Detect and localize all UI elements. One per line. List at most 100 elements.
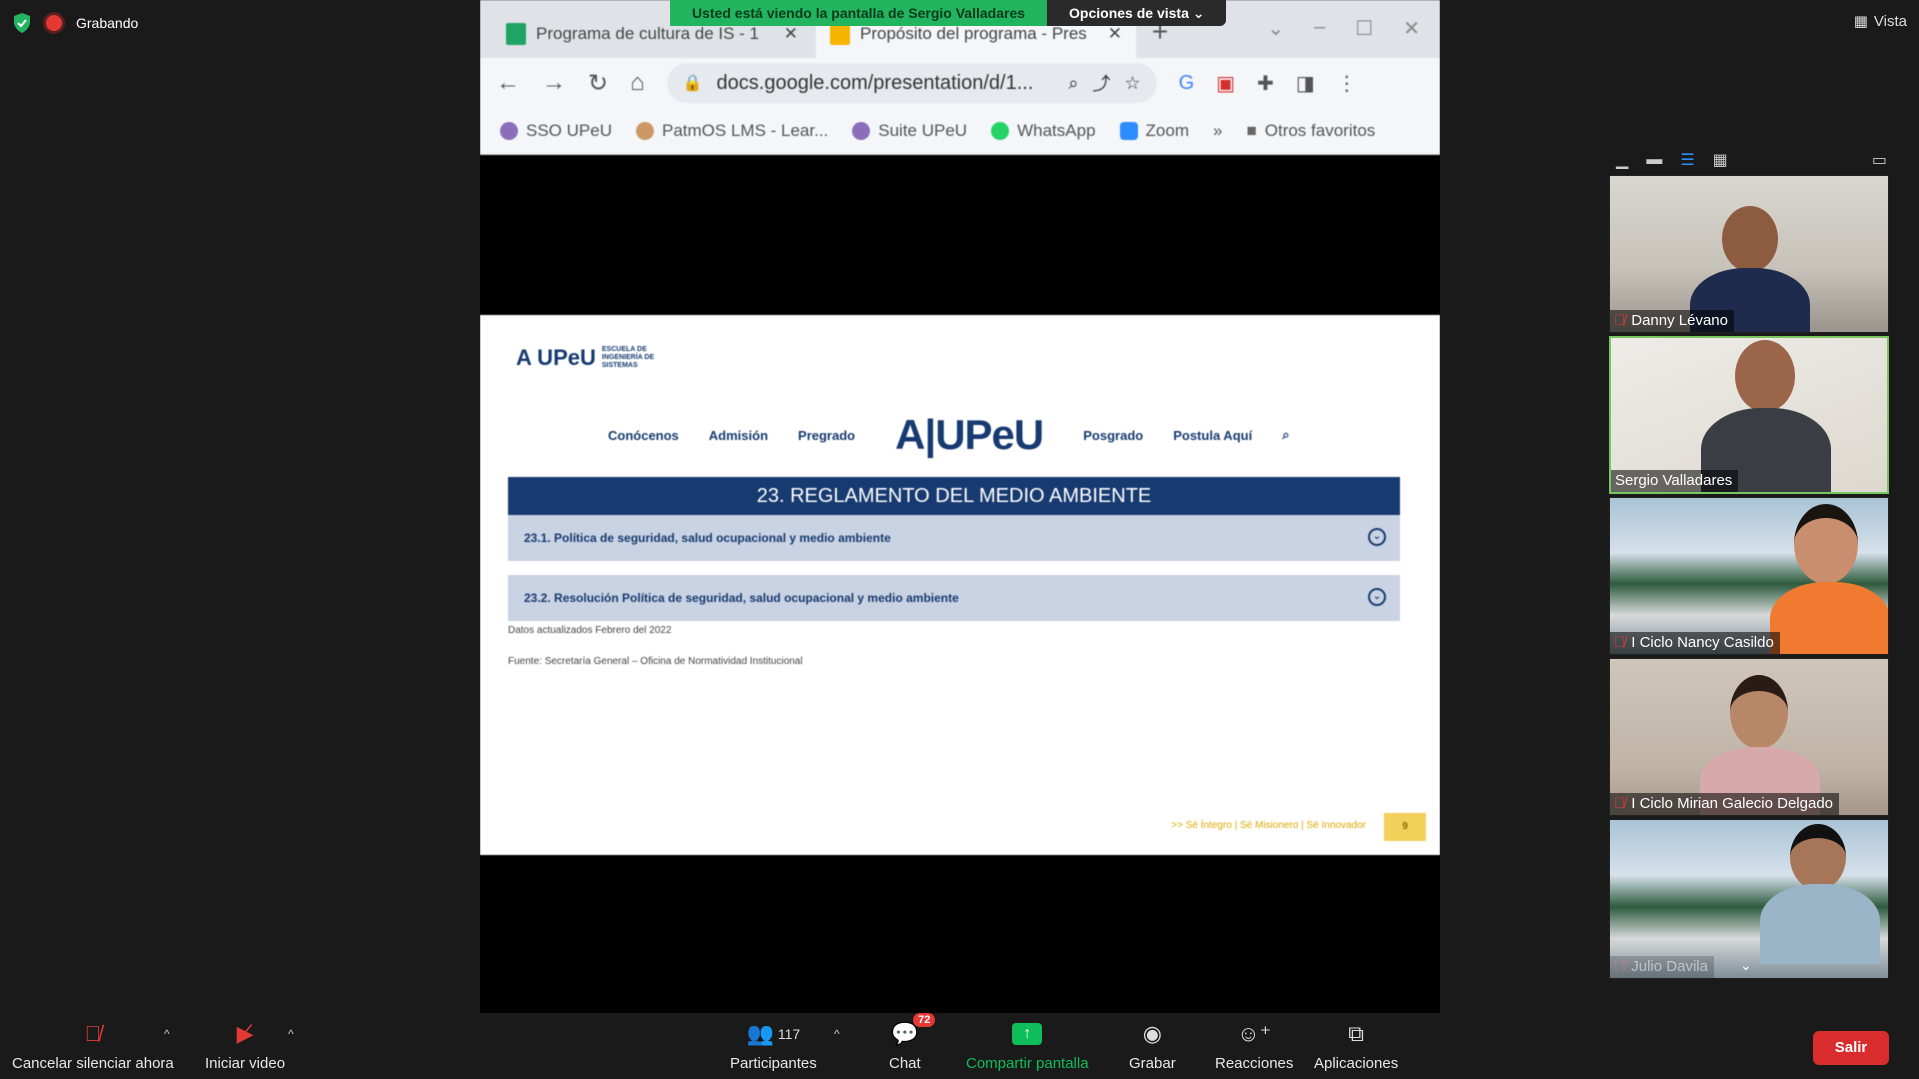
view-button[interactable]: ▦ Vista [1853,12,1907,31]
strip-view-icon[interactable]: ☰ [1680,150,1694,170]
leave-button[interactable]: Salir [1813,1031,1889,1065]
muted-mic-icon: 🎙̸ [1614,312,1626,329]
shield-icon[interactable] [12,12,32,34]
logo-text: A UPeU [516,345,596,370]
maximize-icon[interactable]: ☐ [1355,16,1373,41]
side-panel-icon[interactable]: ◨ [1296,71,1315,96]
video-tile[interactable]: 🎙̸ I Ciclo Mirian Galecio Delgado [1609,658,1889,816]
video-tile[interactable]: 🎙̸ Danny Lévano [1609,175,1889,333]
bookmark-item[interactable]: Zoom [1119,121,1189,141]
participants-options-caret-icon[interactable]: ^ [834,1027,840,1041]
apps-button[interactable]: ⧉ Aplicaciones [1314,1021,1398,1072]
tab-search-icon[interactable]: ⌄ [1267,16,1284,41]
start-video-button[interactable]: ▶̸ Iniciar video [205,1021,285,1072]
reactions-label: Reacciones [1215,1055,1294,1072]
video-tile-active-speaker[interactable]: Sergio Valladares [1609,336,1889,494]
forward-icon[interactable]: → [542,69,566,97]
slides-icon [830,23,850,45]
participant-name-text: Julio Davila [1631,958,1708,975]
accordion-label: 23.2. Resolución Política de seguridad, … [524,591,959,605]
participant-video [1770,498,1888,654]
video-tile[interactable]: 🎙̸ Julio Davila ⌄ [1609,819,1889,979]
share-screen-label: Compartir pantalla [966,1055,1089,1072]
more-bookmarks-icon[interactable]: » [1213,121,1222,141]
brand-text: UPeU [935,411,1044,458]
bookmarks-bar: SSO UPeU PatmOS LMS - Lear... Suite UPeU… [480,108,1440,155]
muted-mic-icon: 🎙̸ [1614,958,1626,975]
participant-name: Sergio Valladares [1611,470,1739,492]
slide-source: Fuente: Secretaría General – Oficina de … [508,656,803,667]
star-icon[interactable]: ☆ [1124,73,1140,94]
reload-icon[interactable]: ↻ [588,69,608,98]
bookmark-item[interactable]: WhatsApp [991,121,1096,141]
zoom-icon [1119,122,1138,140]
view-label: Vista [1873,12,1907,30]
participants-button[interactable]: 👥 117 Participantes [730,1021,817,1072]
minimize-video-icon[interactable]: ▁ [1616,150,1628,170]
recording-icon[interactable] [46,15,62,31]
hide-panel-icon[interactable]: ▭ [1872,150,1887,170]
menu-icon[interactable]: ⋮ [1337,71,1357,96]
nav-item: Pregrado [798,427,856,443]
close-icon[interactable]: ✕ [784,24,798,44]
nav-item: Conócenos [608,427,679,443]
other-favorites[interactable]: ■ Otros favoritos [1246,121,1375,141]
participant-name-text: Danny Lévano [1631,312,1728,329]
reactions-button[interactable]: ☺⁺ Reacciones [1215,1021,1293,1072]
back-icon[interactable]: ← [496,69,520,97]
accordion-item: 23.1. Política de seguridad, salud ocupa… [508,515,1400,561]
speaker-view-icon[interactable]: ▬ [1646,151,1662,169]
video-tile[interactable]: 🎙̸ I Ciclo Nancy Casildo [1609,497,1889,655]
share-icon[interactable]: ⤴ [1092,70,1110,96]
gallery-view-icon[interactable]: ▦ [1713,150,1728,170]
chat-icon: 💬 72 [891,1013,936,1047]
chat-label: Chat [889,1055,921,1072]
slide-footer: >> Sé Íntegro | Sé Misionero | Sé Innova… [1171,820,1366,831]
presentation-slide: A UPeU ESCUELA DE INGENIERÍA DE SISTEMAS… [480,315,1440,855]
gallery-controls: ▁ ▬ ☰ ▦ ▭ [1606,146,1893,174]
close-window-icon[interactable]: ✕ [1403,16,1420,41]
nav-item: Admisión [708,427,769,443]
minimize-icon[interactable]: – [1314,16,1325,41]
search-icon: ⌕ [1282,427,1290,442]
upeu-icon [635,122,654,140]
grid-icon: ▦ [1853,13,1868,30]
scroll-down-icon[interactable]: ⌄ [1740,957,1752,974]
record-label: Grabar [1129,1055,1176,1072]
view-options-label: Opciones de vista [1069,5,1189,21]
accordion-item: 23.2. Resolución Política de seguridad, … [508,575,1400,621]
video-options-caret-icon[interactable]: ^ [288,1027,294,1041]
pdf-icon[interactable]: ▣ [1216,71,1235,96]
tab-title: Propósito del programa - Pres [860,24,1087,43]
slide-title: 23. REGLAMENTO DEL MEDIO AMBIENTE [508,477,1400,515]
record-button[interactable]: ◉ Grabar [1129,1021,1176,1072]
muted-mic-icon: 🎙̸ [1614,795,1626,812]
whatsapp-icon [991,122,1010,140]
unmute-label: Cancelar silenciar ahora [12,1055,174,1072]
translate-icon[interactable]: G [1179,72,1195,95]
view-options-button[interactable]: Opciones de vista ⌄ [1047,0,1227,26]
muted-mic-icon: 🎙̸ [1614,634,1626,651]
viewing-screen-text: Usted está viendo la pantalla de Sergio … [670,0,1048,26]
bookmark-label: Zoom [1145,121,1189,140]
share-screen-button[interactable]: ↑ Compartir pantalla [966,1021,1089,1072]
zoom-icon[interactable]: ⌕ [1068,73,1078,94]
extensions-icon[interactable]: ✚ [1257,71,1274,96]
participant-name: 🎙̸ Julio Davila [1610,956,1714,978]
bookmark-label: Suite UPeU [878,121,968,140]
url-text: docs.google.com/presentation/d/1... [716,71,1034,94]
chat-button[interactable]: 💬 72 Chat [889,1013,936,1072]
close-icon[interactable]: ✕ [1108,24,1122,44]
bookmark-label: SSO UPeU [526,121,612,140]
bookmark-item[interactable]: Suite UPeU [852,121,967,141]
address-bar[interactable]: 🔒 docs.google.com/presentation/d/1... ⌕ … [666,63,1157,103]
logo-subtitle: ESCUELA DE INGENIERÍA DE SISTEMAS [601,346,655,369]
bookmark-item[interactable]: PatmOS LMS - Lear... [635,121,828,141]
bookmark-item[interactable]: SSO UPeU [500,121,612,141]
home-icon[interactable]: ⌂ [630,69,645,97]
unmute-button[interactable]: 🎙̸ Cancelar silenciar ahora [12,1021,174,1072]
participant-video [1760,820,1880,964]
audio-options-caret-icon[interactable]: ^ [164,1027,170,1041]
slide-page-number: 9 [1384,813,1426,841]
apps-icon: ⧉ [1348,1021,1364,1046]
